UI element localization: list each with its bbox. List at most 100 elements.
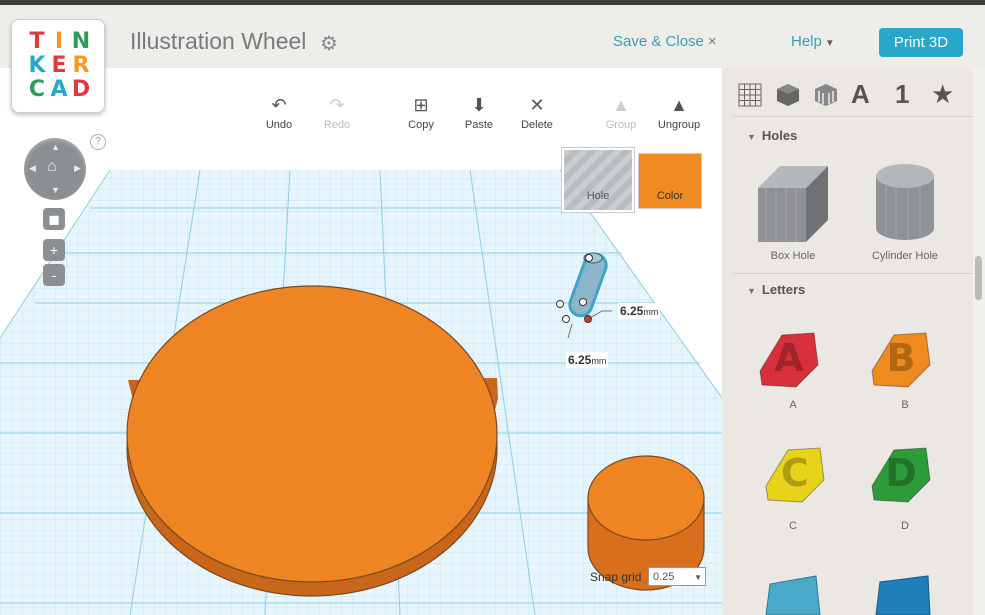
group-icon: ▲: [612, 95, 630, 115]
letter-face: D: [885, 451, 917, 495]
grid-icon: [738, 83, 762, 107]
tab-workplane-icon[interactable]: [737, 82, 763, 115]
gear-icon[interactable]: ⚙: [320, 31, 338, 56]
logo-letter: K: [28, 53, 46, 78]
letter-c-shape[interactable]: C: [758, 440, 832, 510]
save-close-button[interactable]: Save & Close ×: [613, 33, 717, 50]
paste-label: Paste: [464, 119, 494, 131]
redo-icon: ↷: [329, 95, 345, 115]
window-top-strip: [0, 0, 985, 5]
close-icon: ×: [707, 33, 717, 50]
color-swatch[interactable]: Color: [639, 154, 701, 208]
letter-a-label: A: [789, 399, 797, 411]
paste-icon: ⬇: [471, 95, 487, 115]
tab-letters[interactable]: A: [851, 79, 870, 110]
letters-section-header[interactable]: ▼ Letters: [747, 282, 805, 297]
pan-right-icon[interactable]: ▶: [74, 163, 81, 174]
width-dimension[interactable]: 6.25mm: [618, 303, 661, 319]
copy-icon: ⊞: [413, 95, 429, 115]
chevron-down-icon: ▼: [747, 286, 756, 296]
ungroup-label: Ungroup: [657, 119, 701, 131]
hole-swatch[interactable]: Hole: [562, 148, 634, 212]
undo-button[interactable]: ↶ Undo: [253, 95, 305, 131]
view-navigator[interactable]: ▲ ▼ ◀ ▶ ⌂: [24, 138, 86, 200]
home-icon[interactable]: ⌂: [47, 158, 57, 176]
letter-b-shape[interactable]: B: [864, 325, 938, 395]
logo-letter: R: [72, 53, 90, 78]
letter-face: A: [774, 336, 804, 380]
holes-section-header[interactable]: ▼ Holes: [747, 128, 797, 143]
copy-label: Copy: [408, 119, 434, 131]
redo-label: Redo: [323, 119, 351, 131]
logo-letter: A: [50, 77, 68, 102]
letter-face: C: [781, 451, 809, 495]
logo-letter: T: [29, 29, 45, 54]
shape-category-tabs: A 1 ★: [733, 74, 973, 117]
ungroup-button[interactable]: ▲ Ungroup: [653, 95, 705, 131]
group-label: Group: [605, 119, 637, 131]
view-cube-icon[interactable]: ◼: [43, 208, 65, 230]
help-menu[interactable]: Help ▼: [791, 33, 835, 50]
depth-value: 6.25: [568, 353, 592, 367]
logo-letters: TINKER CAD: [26, 30, 92, 102]
scrollbar-thumb[interactable]: [975, 256, 982, 300]
save-close-label: Save & Close: [613, 33, 704, 50]
cube-icon: [777, 84, 799, 106]
chevron-down-icon: ▼: [694, 573, 702, 582]
zoom-out-button[interactable]: -: [43, 264, 65, 286]
view-help-icon[interactable]: ?: [90, 134, 106, 150]
letter-face: B: [887, 336, 916, 380]
striped-cube-icon: [815, 84, 837, 106]
letter-d-shape[interactable]: D: [864, 440, 938, 510]
letter-c-label: C: [789, 520, 797, 532]
letter-f-shape[interactable]: [866, 570, 940, 615]
box-hole-shape[interactable]: [752, 160, 832, 245]
tab-geometric-icon[interactable]: [775, 82, 801, 115]
holes-section-label: Holes: [761, 128, 798, 143]
chevron-down-icon: ▼: [824, 38, 835, 49]
panel-scrollbar[interactable]: [973, 68, 985, 615]
ungroup-icon: ▲: [670, 95, 688, 115]
letter-a-shape[interactable]: A: [752, 325, 826, 395]
undo-icon: ↶: [271, 95, 287, 115]
depth-dimension[interactable]: 6.25mm: [566, 352, 609, 368]
design-title[interactable]: Illustration Wheel: [130, 28, 306, 55]
tab-numbers[interactable]: 1: [895, 79, 909, 110]
letter-d-label: D: [901, 520, 909, 532]
delete-button[interactable]: ✕ Delete: [511, 95, 563, 131]
logo-letter: E: [51, 53, 67, 78]
logo-letter: D: [71, 77, 91, 102]
tab-holes-icon[interactable]: [813, 82, 839, 115]
logo-letter: N: [71, 29, 91, 54]
zoom-in-button[interactable]: +: [43, 239, 65, 261]
pan-left-icon[interactable]: ◀: [29, 163, 36, 174]
logo-letter: I: [54, 29, 64, 54]
box-hole-label: Box Hole: [770, 250, 816, 262]
chevron-down-icon: ▼: [747, 132, 756, 142]
pan-up-icon[interactable]: ▲: [51, 142, 60, 152]
depth-unit: mm: [591, 356, 607, 366]
delete-icon: ✕: [529, 95, 545, 115]
snap-grid-value: 0.25: [653, 571, 675, 583]
redo-button[interactable]: ↷ Redo: [311, 95, 363, 131]
letter-e-shape[interactable]: [756, 570, 830, 615]
section-divider: [733, 273, 973, 274]
paste-button[interactable]: ⬇ Paste: [453, 95, 505, 131]
cylinder-hole-label: Cylinder Hole: [871, 250, 939, 262]
pan-down-icon[interactable]: ▼: [51, 185, 60, 195]
cylinder-hole-shape[interactable]: [872, 162, 938, 244]
snap-grid-select[interactable]: 0.25 ▼: [648, 567, 706, 586]
tinkercad-logo[interactable]: TINKER CAD: [11, 19, 105, 113]
hole-label: Hole: [586, 190, 610, 202]
help-label: Help: [791, 33, 822, 50]
letters-section-label: Letters: [761, 282, 806, 297]
tab-favorites-star-icon[interactable]: ★: [931, 79, 954, 110]
snap-grid-label: Snap grid: [590, 570, 642, 584]
width-unit: mm: [643, 307, 659, 317]
delete-label: Delete: [521, 119, 553, 131]
copy-button[interactable]: ⊞ Copy: [395, 95, 447, 131]
color-label: Color: [656, 190, 684, 202]
group-button[interactable]: ▲ Group: [595, 95, 647, 131]
print-3d-button[interactable]: Print 3D: [879, 28, 963, 57]
wheel-disc[interactable]: [126, 285, 498, 597]
